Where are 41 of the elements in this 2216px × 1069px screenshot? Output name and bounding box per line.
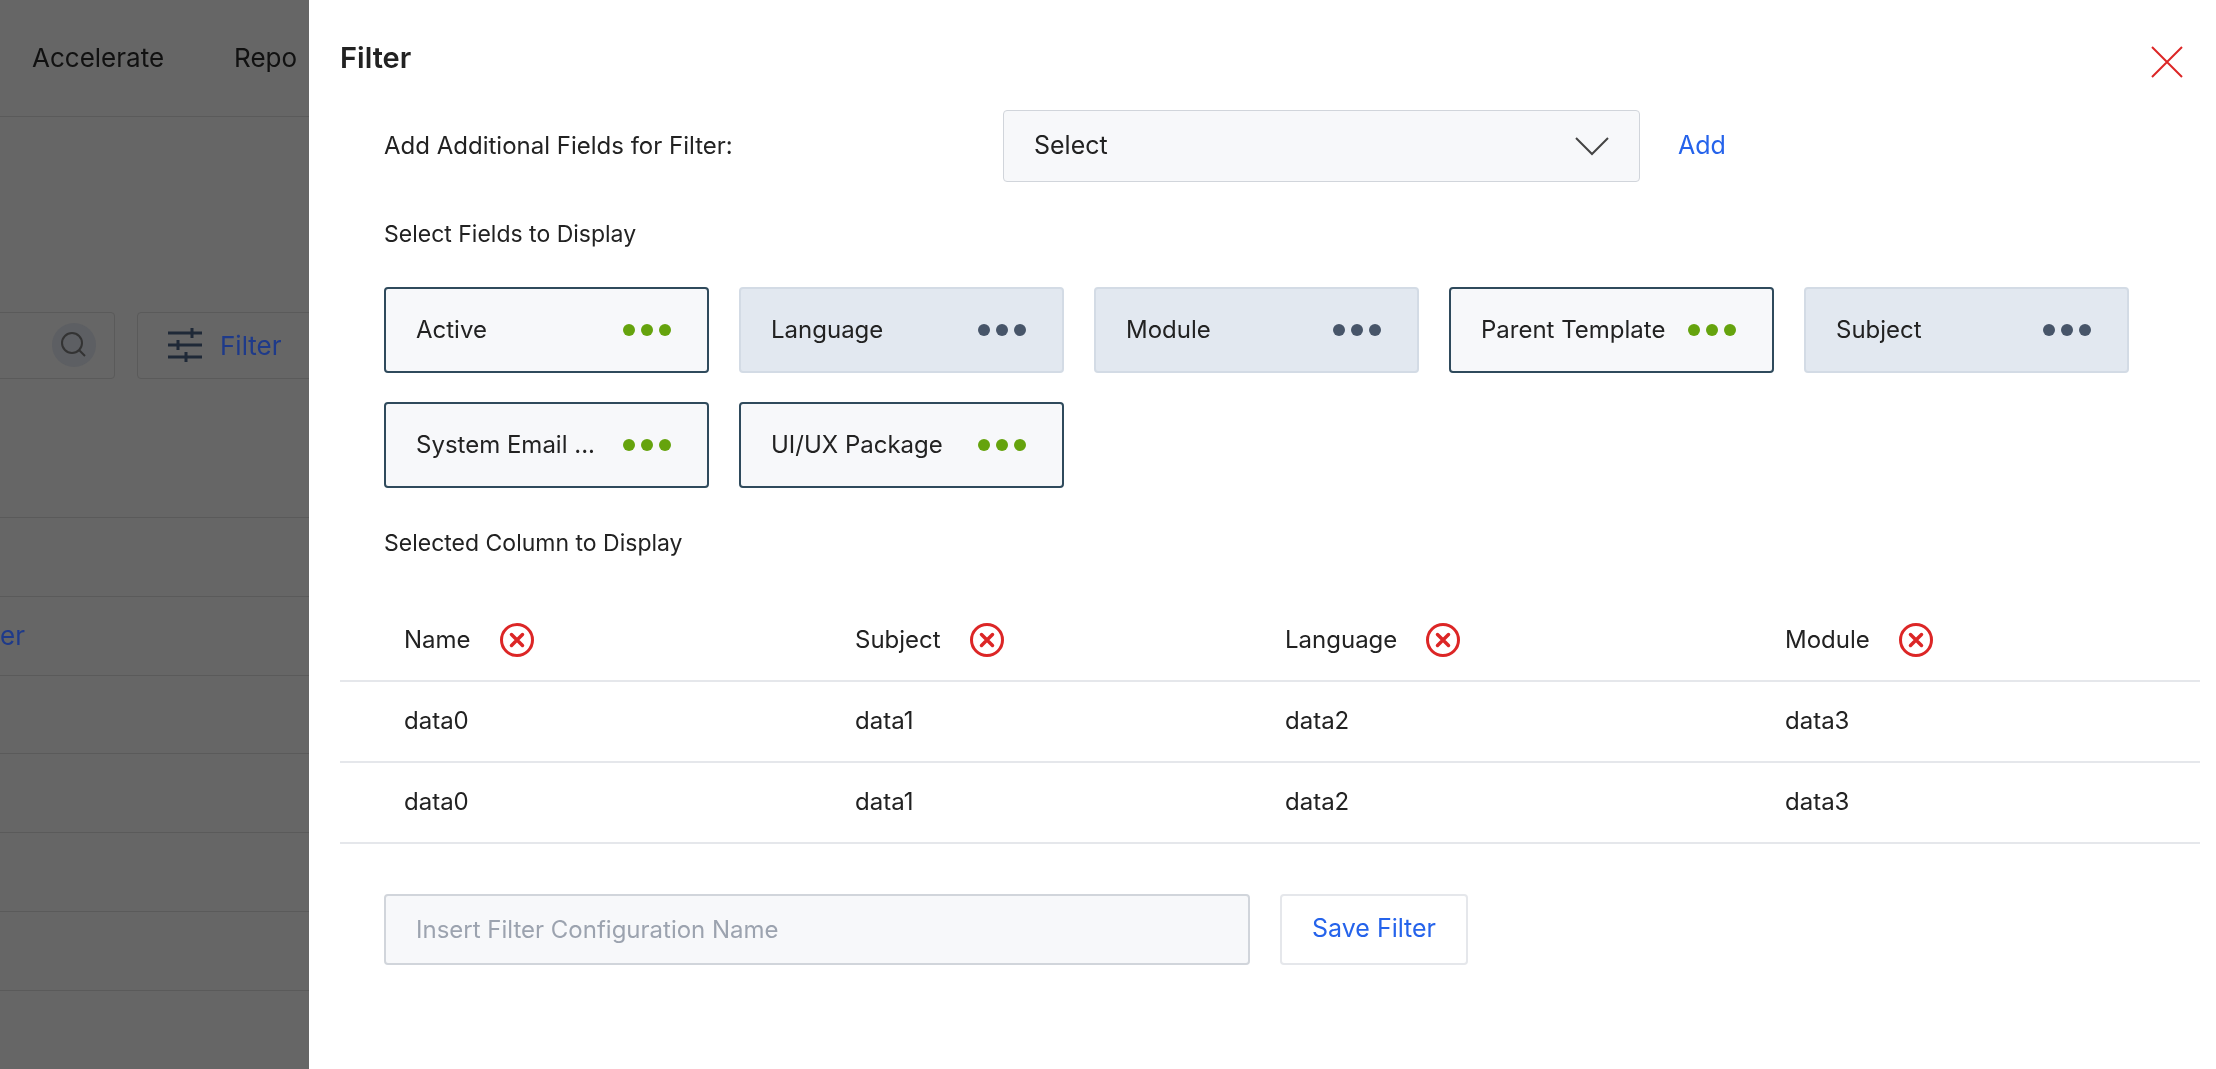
remove-icon[interactable] — [498, 622, 535, 658]
field-chip[interactable]: Language — [739, 287, 1064, 373]
column-header: Name — [404, 624, 471, 656]
more-dots-icon[interactable] — [1687, 323, 1737, 337]
field-chip[interactable]: System Email ... — [384, 402, 709, 488]
close-icon[interactable] — [2150, 44, 2184, 79]
column-header: Module — [1785, 624, 1870, 656]
table-cell-text: data3 — [1784, 705, 1851, 737]
table-cell-text: data2 — [1284, 786, 1351, 818]
table-cell-text: data0 — [403, 705, 470, 737]
field-chip[interactable]: UI/UX Package — [739, 402, 1064, 488]
section-heading: Selected Column to Display — [384, 528, 684, 559]
more-dots-icon[interactable] — [977, 323, 1027, 337]
dialog-title: Filter — [340, 39, 412, 77]
field-chip[interactable]: Active — [384, 287, 709, 373]
section-heading: Select Fields to Display — [384, 218, 638, 250]
more-dots-icon[interactable] — [977, 438, 1027, 452]
save-filter-button[interactable]: Save Filter — [1280, 893, 1469, 965]
select-dropdown[interactable]: Select — [1003, 109, 1640, 182]
add-link[interactable]: Add — [1678, 126, 1726, 165]
remove-icon[interactable] — [1897, 622, 1934, 658]
table-cell-text: data0 — [403, 786, 470, 818]
more-dots-icon[interactable] — [2042, 323, 2092, 337]
table-cell-text: data2 — [1284, 705, 1351, 737]
field-chip[interactable]: Parent Template — [1449, 287, 1774, 373]
table-cell-text: data3 — [1784, 786, 1851, 818]
remove-icon[interactable] — [1425, 622, 1462, 658]
more-dots-icon[interactable] — [622, 438, 672, 452]
input-field[interactable]: Insert Filter Configuration Name — [384, 893, 1250, 965]
sliders-icon — [166, 327, 204, 364]
chevron-down-icon — [1575, 135, 1609, 156]
table-cell-text: data1 — [854, 786, 915, 818]
column-header: Language — [1285, 624, 1398, 656]
column-header: Subject — [855, 624, 941, 656]
field-chip[interactable]: Subject — [1804, 287, 2129, 373]
table-cell-text: data1 — [854, 705, 915, 737]
field-label: Add Additional Fields for Filter: — [384, 129, 734, 162]
more-dots-icon[interactable] — [622, 323, 672, 337]
more-dots-icon[interactable] — [1332, 323, 1382, 337]
field-chip[interactable]: Module — [1094, 287, 1419, 373]
remove-icon[interactable] — [968, 622, 1005, 658]
